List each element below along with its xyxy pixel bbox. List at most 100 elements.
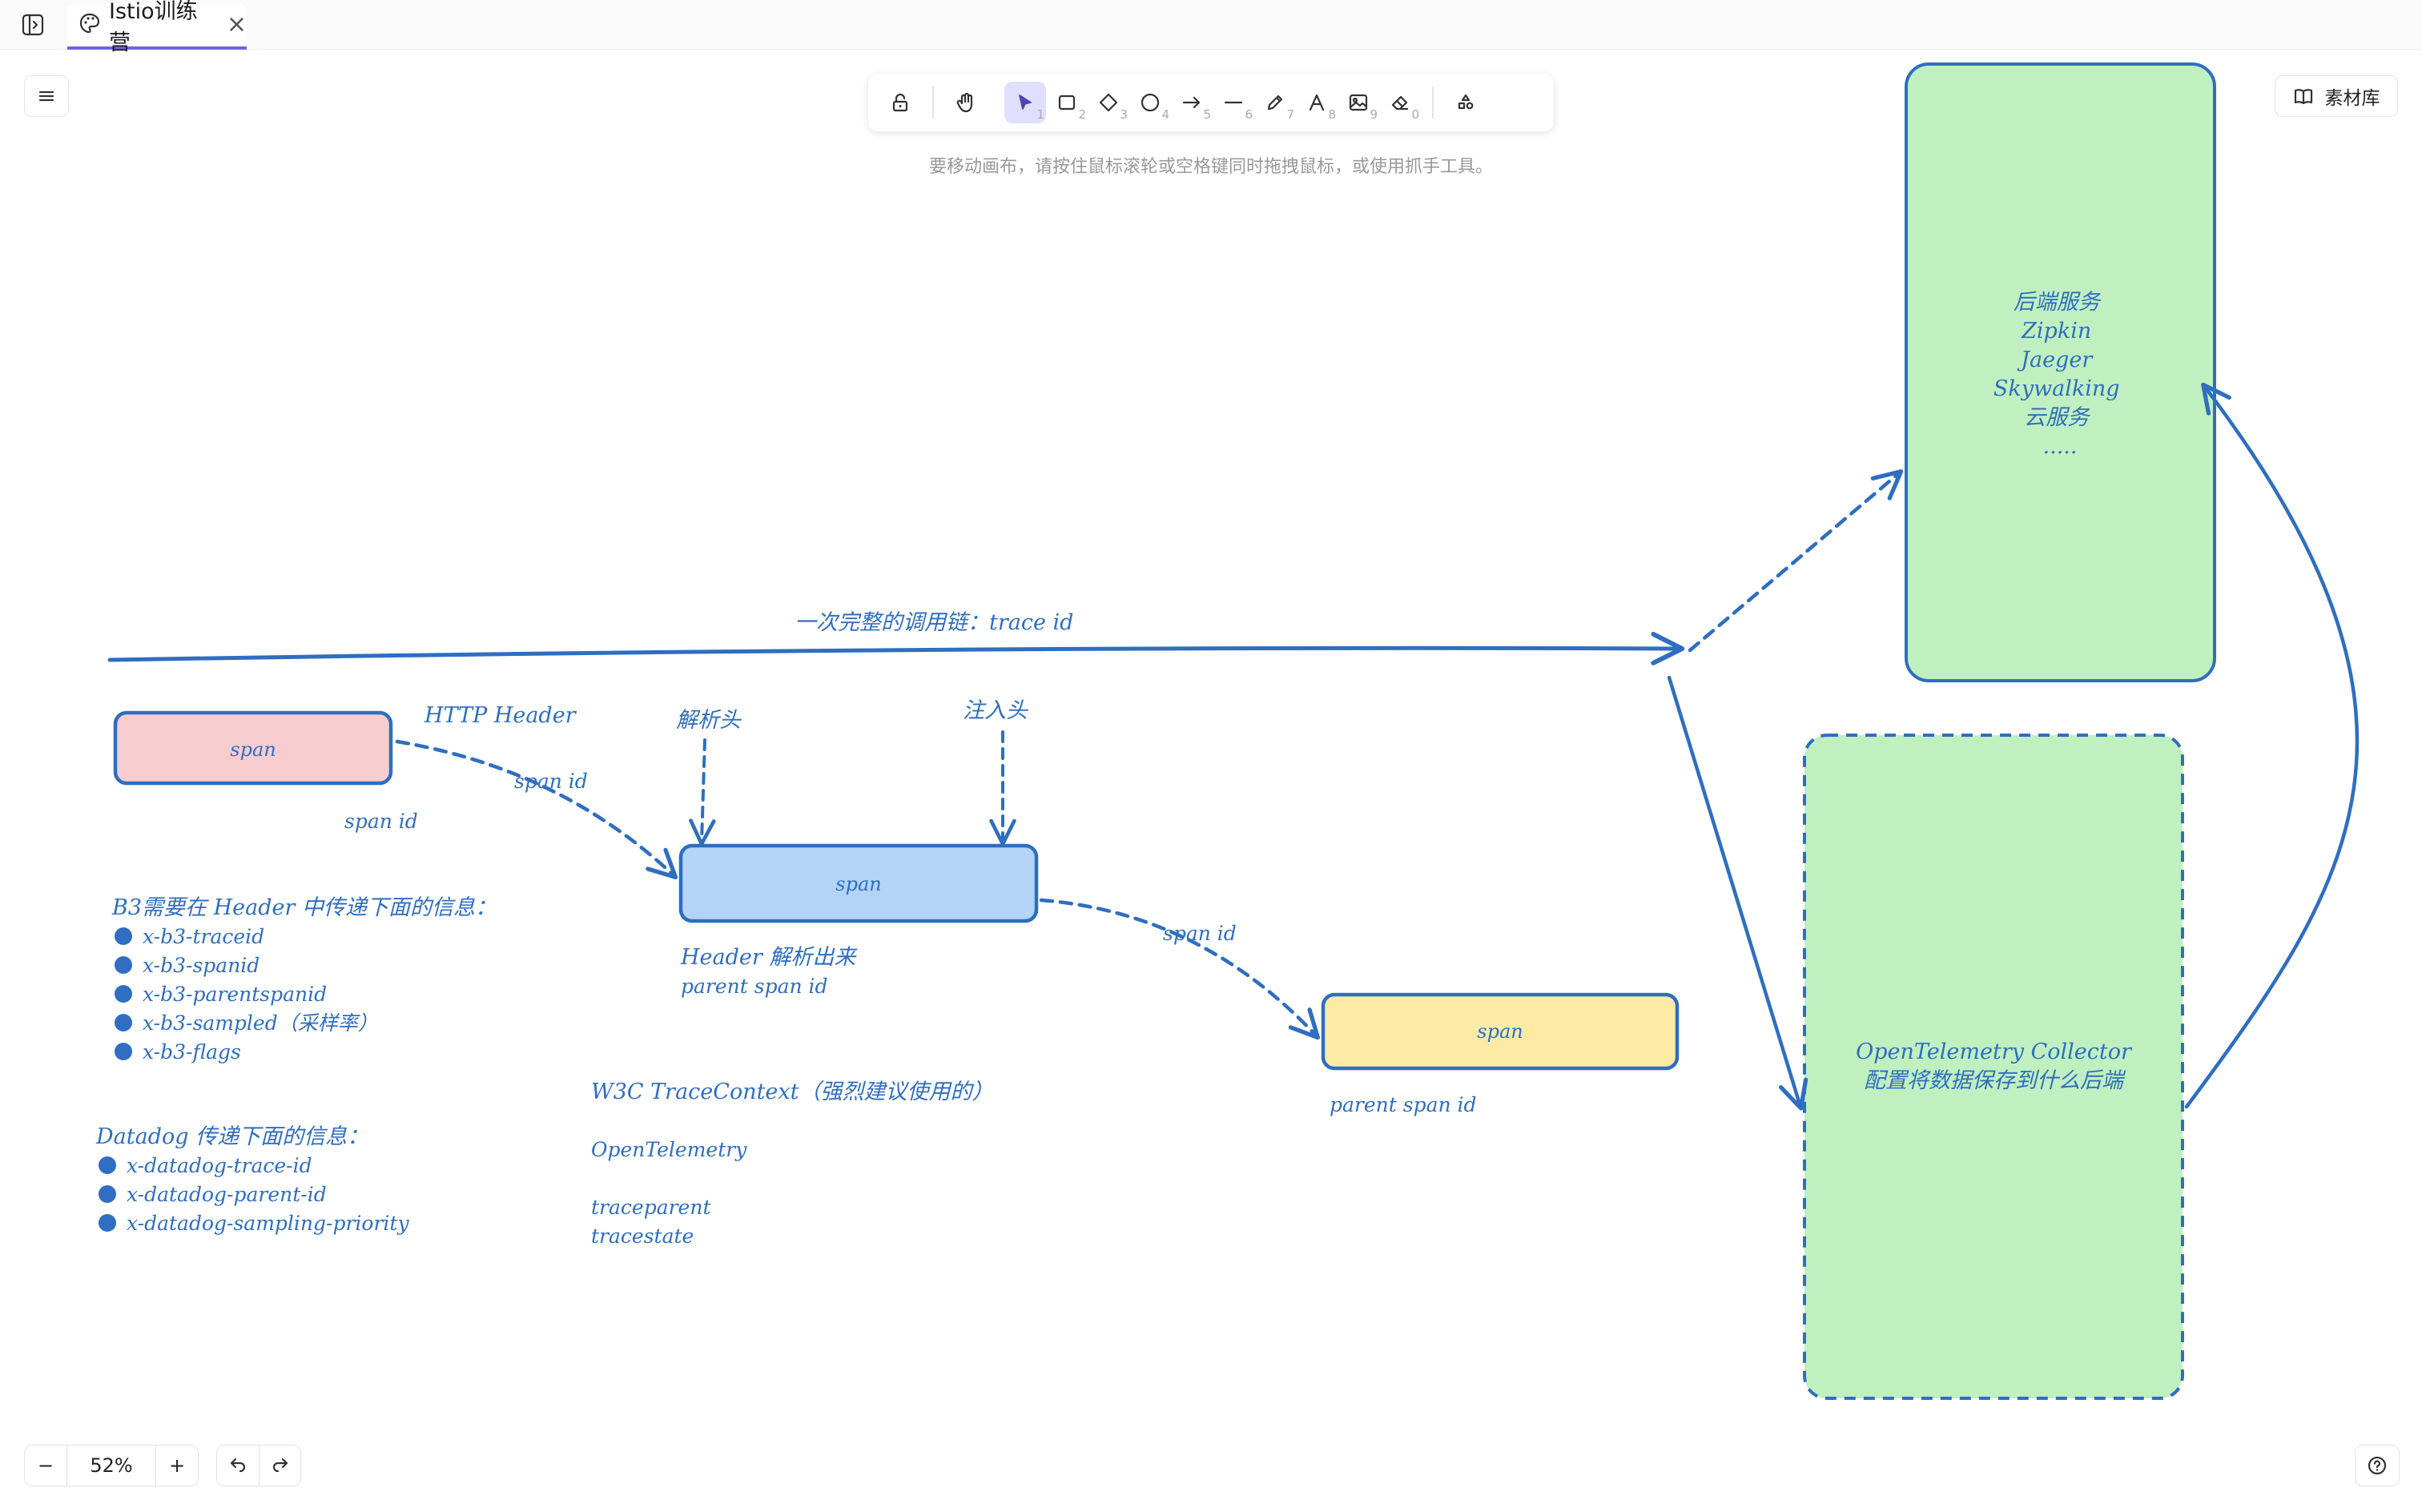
text-tool[interactable]: 8 bbox=[1296, 82, 1338, 123]
image-icon bbox=[1349, 94, 1368, 111]
undo-icon bbox=[230, 1458, 246, 1473]
extra-tools[interactable] bbox=[1445, 82, 1487, 123]
shortcut-key: 8 bbox=[1328, 107, 1336, 122]
shapes-icon bbox=[1458, 94, 1474, 110]
lock-icon bbox=[892, 93, 908, 112]
span-label-2: span bbox=[835, 873, 881, 895]
lock-tool[interactable] bbox=[879, 82, 921, 123]
redo-button[interactable] bbox=[259, 1446, 300, 1486]
bullet bbox=[115, 985, 132, 1003]
canvas-hint: 要移动画布，请按住鼠标滚轮或空格键同时拖拽鼠标，或使用抓手工具。 bbox=[928, 157, 1493, 177]
shortcut-key: 5 bbox=[1203, 107, 1211, 122]
close-icon[interactable]: × bbox=[227, 13, 247, 37]
backend-line: Jaeger bbox=[2017, 348, 2094, 372]
sidebar-toggle-icon[interactable] bbox=[18, 10, 48, 40]
backend-line: 后端服务 bbox=[2014, 290, 2102, 315]
parent-span-id-label-1: parent span id bbox=[681, 975, 828, 998]
shortcut-key: 9 bbox=[1370, 107, 1378, 122]
collector-box[interactable] bbox=[1803, 734, 2184, 1400]
bullet bbox=[115, 1014, 132, 1031]
redo-icon bbox=[272, 1458, 288, 1473]
backend-line: ..... bbox=[2043, 434, 2078, 459]
datadog-item: x-datadog-parent-id bbox=[127, 1183, 327, 1206]
rectangle-tool[interactable]: 2 bbox=[1046, 82, 1088, 123]
toolbar-divider bbox=[932, 86, 934, 119]
shortcut-key: 7 bbox=[1286, 107, 1294, 122]
backend-line: 云服务 bbox=[2024, 405, 2090, 430]
parent-span-id-label-2: parent span id bbox=[1330, 1093, 1477, 1116]
ellipse-tool[interactable]: 4 bbox=[1129, 82, 1171, 123]
backend-line: Skywalking bbox=[1994, 376, 2120, 401]
tools-toolbar: 1 2 3 4 5 6 7 8 9 0 bbox=[868, 74, 1554, 131]
span-id-label-3: span id bbox=[1163, 922, 1237, 945]
cursor-icon bbox=[1019, 94, 1032, 110]
diamond-icon bbox=[1099, 93, 1118, 112]
shortcut-key: 0 bbox=[1411, 107, 1419, 122]
pencil-icon bbox=[1267, 94, 1283, 111]
text-icon bbox=[1309, 94, 1325, 111]
selection-tool[interactable]: 1 bbox=[1004, 82, 1046, 123]
datadog-title: Datadog 传递下面的信息： bbox=[95, 1124, 368, 1149]
zoom-out-button[interactable]: − bbox=[25, 1446, 66, 1486]
history-controls bbox=[216, 1445, 301, 1486]
bullet bbox=[99, 1214, 116, 1232]
hamburger-icon bbox=[38, 90, 54, 102]
line-icon bbox=[1224, 101, 1243, 104]
header-parse-out-label: Header 解析出来 bbox=[680, 945, 858, 970]
w3c-title: W3C TraceContext（强烈建议使用的） bbox=[591, 1080, 994, 1104]
parse-header-arrow[interactable] bbox=[689, 738, 716, 846]
parse-header-label: 解析头 bbox=[676, 708, 742, 733]
span1-to-span2-arrow[interactable] bbox=[395, 739, 678, 880]
hand-icon bbox=[956, 92, 973, 113]
traceparent-label: traceparent bbox=[591, 1196, 711, 1219]
tab-title: Istio训练营 bbox=[109, 0, 198, 55]
image-tool[interactable]: 9 bbox=[1338, 82, 1379, 123]
to-backend-arrow[interactable] bbox=[1688, 469, 1904, 653]
shortcut-key: 1 bbox=[1036, 107, 1044, 122]
eraser-icon bbox=[1391, 95, 1409, 111]
toolbar-divider bbox=[1432, 86, 1434, 119]
drawing-canvas[interactable]: 后端服务 Zipkin Jaeger Skywalking 云服务 ..... … bbox=[0, 50, 2422, 1512]
bullet bbox=[99, 1185, 116, 1203]
zoom-reset-button[interactable]: 52% bbox=[66, 1446, 156, 1486]
trace-label: 一次完整的调用链：trace id bbox=[795, 610, 1073, 635]
bullet bbox=[115, 1043, 132, 1060]
undo-button[interactable] bbox=[217, 1446, 259, 1486]
span2-to-span3-arrow[interactable] bbox=[1039, 898, 1321, 1040]
datadog-item: x-datadog-trace-id bbox=[127, 1154, 312, 1177]
shortcut-key: 3 bbox=[1120, 107, 1128, 122]
b3-title: B3需要在 Header 中传递下面的信息： bbox=[111, 895, 497, 920]
bullet bbox=[99, 1156, 116, 1174]
b3-item: x-b3-flags bbox=[143, 1040, 241, 1064]
backend-line: Zipkin bbox=[2021, 319, 2091, 344]
tab-bar: Istio训练营 × bbox=[0, 0, 2422, 55]
help-icon bbox=[2368, 1456, 2387, 1475]
arrow-icon bbox=[1182, 96, 1201, 109]
hand-tool[interactable] bbox=[945, 82, 987, 123]
inject-header-label: 注入头 bbox=[963, 698, 1029, 723]
trace-arrow[interactable] bbox=[107, 631, 1685, 666]
b3-item: x-b3-sampled（采样率） bbox=[143, 1011, 378, 1035]
b3-item: x-b3-parentspanid bbox=[143, 983, 327, 1006]
shortcut-key: 2 bbox=[1078, 107, 1086, 122]
http-header-label: HTTP Header bbox=[424, 703, 577, 728]
tracestate-label: tracestate bbox=[591, 1224, 694, 1248]
tab-istio[interactable]: Istio训练营 × bbox=[67, 0, 247, 55]
shortcut-key: 4 bbox=[1161, 107, 1169, 122]
span-label-1: span bbox=[230, 738, 276, 761]
rectangle-icon bbox=[1058, 94, 1076, 111]
span-id-label-2: span id bbox=[514, 770, 588, 793]
zoom-in-button[interactable]: + bbox=[156, 1446, 198, 1486]
main-menu-button[interactable] bbox=[24, 75, 69, 117]
span-label-3: span bbox=[1477, 1020, 1523, 1043]
opentelemetry-label: OpenTelemetry bbox=[591, 1138, 747, 1161]
help-button[interactable] bbox=[2355, 1445, 2400, 1486]
datadog-item: x-datadog-sampling-priority bbox=[127, 1212, 409, 1235]
line-tool[interactable]: 6 bbox=[1213, 82, 1254, 123]
arrow-tool[interactable]: 5 bbox=[1171, 82, 1213, 123]
to-collector-arrow[interactable] bbox=[1667, 675, 1808, 1111]
library-button[interactable]: 素材库 bbox=[2275, 75, 2398, 117]
diamond-tool[interactable]: 3 bbox=[1088, 82, 1129, 123]
draw-tool[interactable]: 7 bbox=[1254, 82, 1296, 123]
eraser-tool[interactable]: 0 bbox=[1379, 82, 1421, 123]
